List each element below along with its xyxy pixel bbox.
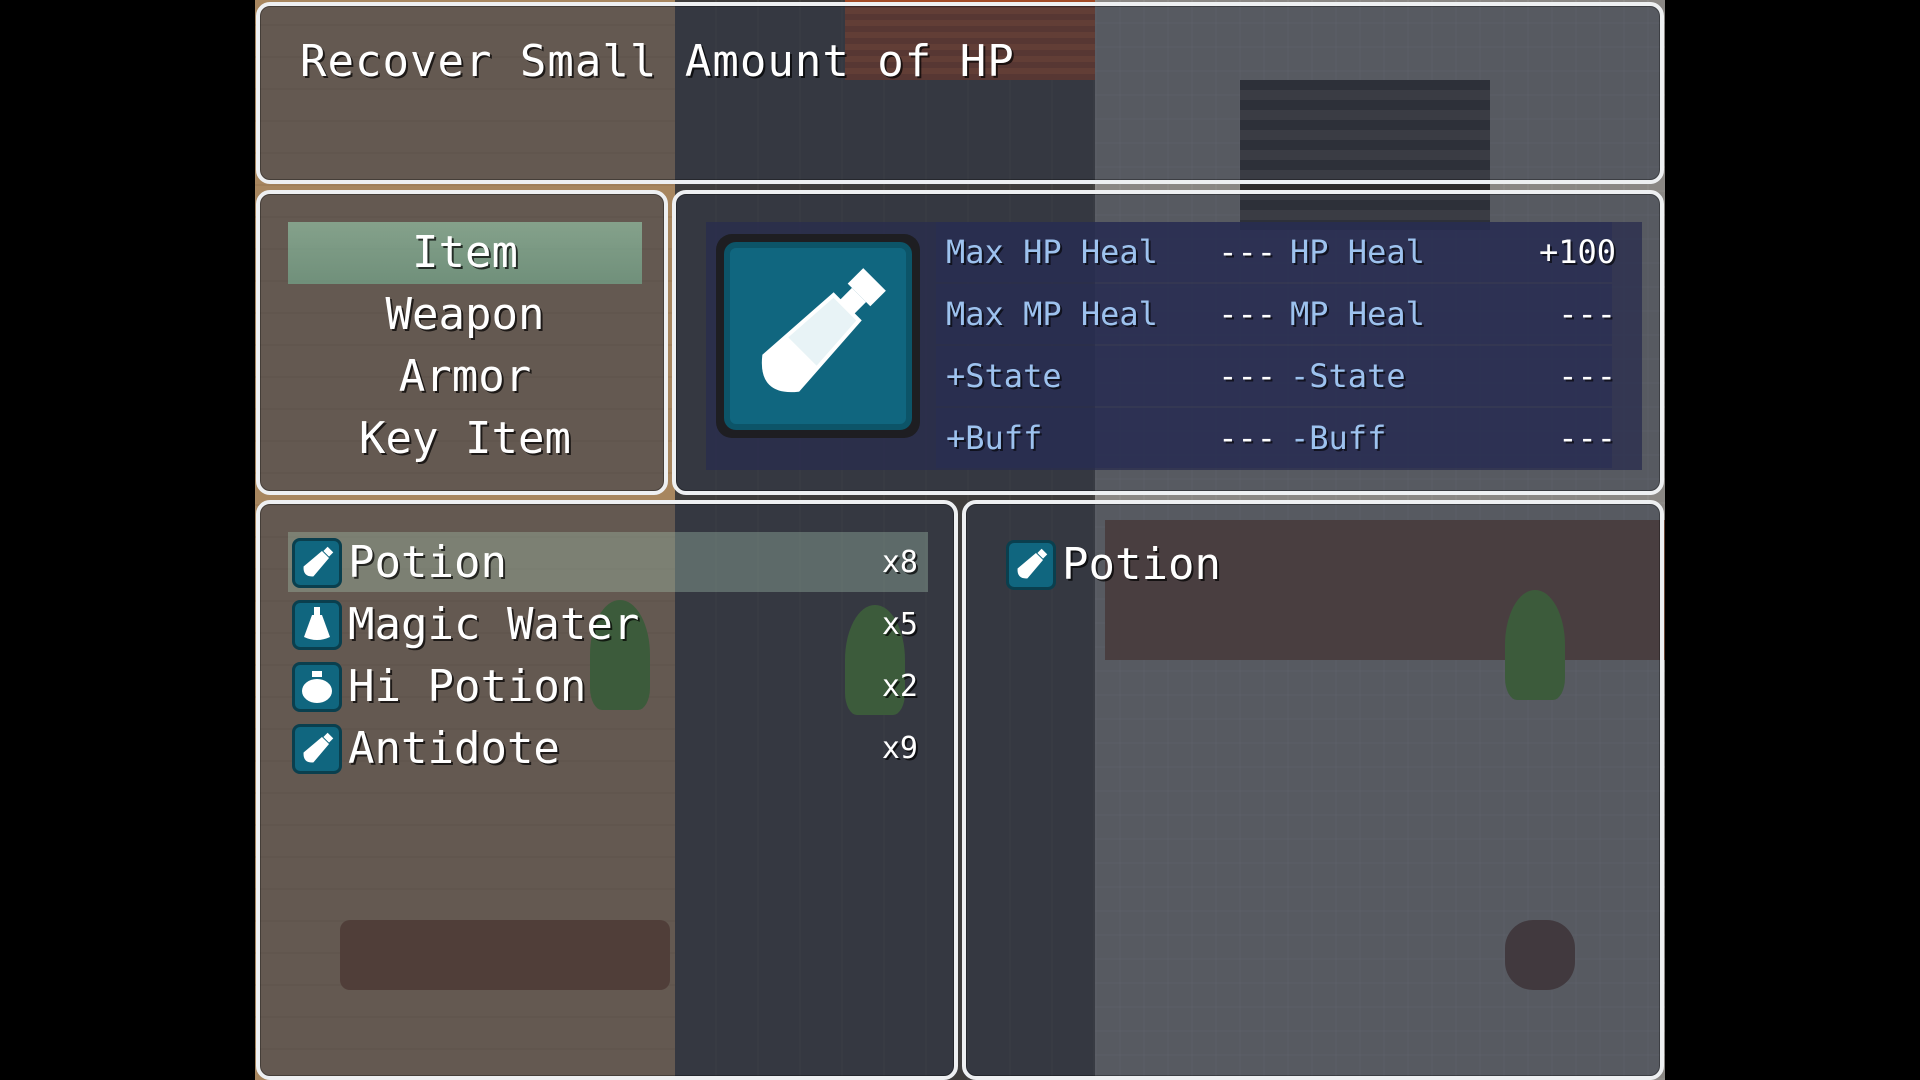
stat-label: Max MP Heal [946,295,1158,333]
stat-add-state: +State --- [946,346,1286,406]
item-list-window: Potion x8 Magic Water x5 Hi Potion x2 An… [256,500,958,1080]
flask-icon [292,600,342,650]
stat-value: --- [1558,419,1616,457]
stat-max-hp-heal: Max HP Heal --- [946,222,1286,282]
pot-icon [292,662,342,712]
category-window: Item Weapon Armor Key Item [256,190,668,495]
item-row-magic-water[interactable]: Magic Water x5 [288,594,928,654]
stat-hp-heal: HP Heal +100 [1290,222,1626,282]
item-quantity: x5 [881,607,918,642]
stat-label: Max HP Heal [946,233,1158,271]
potion-icon [716,234,920,438]
stat-value: --- [1218,419,1276,457]
item-name: Hi Potion [348,661,587,712]
stat-value: --- [1218,357,1276,395]
category-armor[interactable]: Armor [288,346,642,408]
potion-icon [292,538,342,588]
item-quantity: x8 [881,545,918,580]
stat-label: -Buff [1290,419,1387,457]
category-key-item[interactable]: Key Item [288,408,642,470]
item-quantity: x2 [881,669,918,704]
item-detail-window: Potion [962,500,1664,1080]
stat-value: --- [1218,233,1276,271]
stat-label: HP Heal [1290,233,1425,271]
category-item[interactable]: Item [288,222,642,284]
stat-remove-buff: -Buff --- [1290,408,1626,468]
stat-value: --- [1218,295,1276,333]
item-row-hi-potion[interactable]: Hi Potion x2 [288,656,928,716]
item-name: Magic Water [348,599,640,650]
item-name: Potion [348,537,507,588]
stat-value: --- [1558,357,1616,395]
potion-icon [292,724,342,774]
category-weapon[interactable]: Weapon [288,284,642,346]
stat-label: -State [1290,357,1406,395]
item-quantity: x9 [881,731,918,766]
stat-label: +Buff [946,419,1043,457]
item-name: Antidote [348,723,560,774]
item-row-potion[interactable]: Potion x8 [288,532,928,592]
potion-icon [1006,540,1056,590]
item-row-antidote[interactable]: Antidote x9 [288,718,928,778]
stat-value: +100 [1538,233,1616,271]
stat-add-buff: +Buff --- [946,408,1286,468]
stat-max-mp-heal: Max MP Heal --- [946,284,1286,344]
stat-label: MP Heal [1290,295,1425,333]
detail-item-name: Potion [1062,539,1221,590]
stat-mp-heal: MP Heal --- [1290,284,1626,344]
detail-item: Potion [1006,534,1606,594]
item-info-window: Max HP Heal --- HP Heal +100 Max MP Heal… [672,190,1664,495]
help-text: Recover Small Amount of HP [300,36,1015,87]
stat-label: +State [946,357,1062,395]
help-window: Recover Small Amount of HP [256,2,1664,184]
stat-remove-state: -State --- [1290,346,1626,406]
stat-value: --- [1558,295,1616,333]
